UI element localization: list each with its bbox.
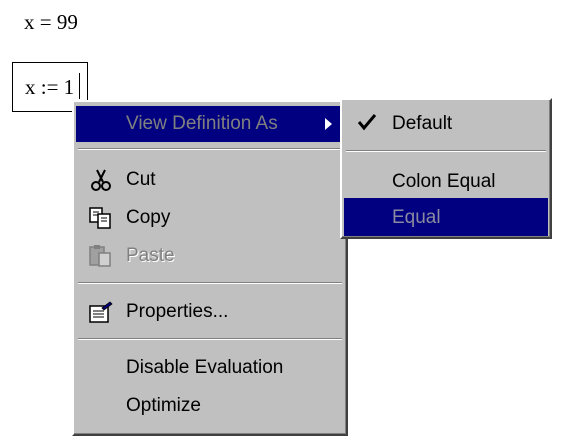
paste-icon	[89, 245, 111, 267]
menu-separator	[346, 150, 546, 152]
menu-separator	[78, 338, 342, 340]
scissors-icon	[91, 169, 111, 191]
menu-item-label: Disable Evaluation	[126, 357, 284, 378]
submenu-item-colon-equal[interactable]: Colon Equal	[344, 162, 548, 200]
menu-item-label: Cut	[126, 169, 156, 190]
menu-item-view-definition-as[interactable]: View Definition As	[76, 106, 344, 142]
submenu-item-label: Colon Equal	[392, 171, 496, 192]
evaluation-expression[interactable]: x = 99	[24, 10, 78, 35]
menu-item-disable-evaluation[interactable]: Disable Evaluation	[76, 350, 344, 386]
submenu-item-label: Default	[392, 113, 453, 134]
menu-item-label: Optimize	[126, 395, 201, 416]
definition-expression[interactable]: x := 1	[25, 75, 74, 100]
properties-icon	[89, 301, 113, 323]
submenu-arrow-icon	[325, 118, 332, 130]
checkmark-icon	[357, 114, 377, 131]
copy-icon	[89, 207, 111, 229]
submenu-item-label: Equal	[392, 207, 441, 228]
view-definition-submenu: Default Colon Equal Equal	[340, 98, 552, 239]
menu-item-label: Paste	[126, 245, 175, 266]
menu-item-optimize[interactable]: Optimize	[76, 388, 344, 424]
menu-separator	[78, 148, 342, 150]
menu-item-cut[interactable]: Cut	[76, 162, 344, 198]
menu-separator	[78, 282, 342, 284]
submenu-item-default[interactable]: Default	[344, 104, 548, 142]
menu-item-paste[interactable]: Paste	[76, 238, 344, 274]
menu-item-label: Properties...	[126, 301, 229, 322]
menu-item-label: Copy	[126, 207, 171, 228]
context-menu: View Definition As Cut Copy Paste Proper…	[72, 100, 348, 436]
menu-item-properties[interactable]: Properties...	[76, 294, 344, 330]
submenu-item-equal[interactable]: Equal	[344, 198, 548, 236]
text-cursor	[79, 73, 80, 99]
menu-item-copy[interactable]: Copy	[76, 200, 344, 236]
menu-item-label: View Definition As	[126, 113, 278, 134]
